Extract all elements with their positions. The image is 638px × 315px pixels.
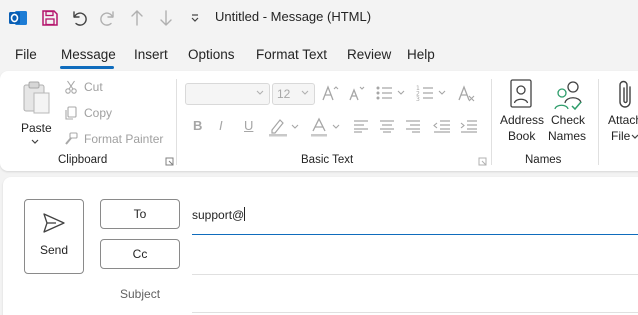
font-size-combo[interactable]: 12 (272, 83, 315, 105)
subject-label: Subject (120, 287, 161, 301)
to-field-underline (192, 234, 638, 235)
next-item-icon[interactable] (152, 4, 180, 32)
numbering-icon[interactable]: 123 (416, 84, 448, 102)
save-icon[interactable] (36, 4, 64, 32)
copy-button[interactable]: Copy (64, 106, 112, 120)
address-book-icon (510, 79, 532, 108)
italic-button[interactable]: I (219, 118, 223, 133)
svg-text:3: 3 (416, 96, 420, 102)
send-label: Send (39, 243, 69, 257)
chevron-down-icon (31, 139, 39, 144)
compose-pane: Send To Cc support@ Subject (3, 177, 638, 315)
attach-file-line1: Attach (608, 113, 638, 127)
address-book-line1: Address (500, 113, 545, 127)
tab-options[interactable]: Options (188, 47, 235, 62)
scissors-icon (65, 80, 77, 94)
address-book-button[interactable]: Address Book (497, 77, 547, 151)
check-names-line2: Names (548, 129, 587, 143)
cut-button[interactable]: Cut (64, 80, 103, 94)
tab-message[interactable]: Message (61, 47, 116, 62)
cut-label: Cut (84, 80, 103, 94)
clipboard-group-label: Clipboard (58, 154, 108, 166)
tab-file[interactable]: File (15, 47, 37, 62)
underline-button[interactable]: U (244, 118, 253, 133)
font-color-icon[interactable] (309, 117, 343, 137)
bold-button[interactable]: B (193, 118, 202, 133)
group-separator (176, 79, 177, 165)
text-cursor (244, 207, 246, 221)
names-group-label: Names (525, 154, 562, 166)
group-separator (491, 79, 492, 165)
paste-icon (22, 81, 52, 118)
decrease-indent-icon[interactable] (433, 119, 451, 133)
grow-font-icon[interactable] (321, 84, 341, 102)
copy-icon (65, 106, 77, 120)
undo-icon[interactable] (65, 4, 93, 32)
tab-format-text[interactable]: Format Text (256, 47, 327, 62)
shrink-font-icon[interactable] (347, 84, 367, 102)
align-left-icon[interactable] (353, 119, 369, 133)
format-painter-label: Format Painter (84, 132, 164, 146)
tab-help[interactable]: Help (407, 47, 435, 62)
chevron-down-icon (256, 90, 264, 95)
dialog-launcher-icon[interactable] (478, 157, 487, 166)
to-field-value: support@ (192, 208, 245, 222)
group-separator (598, 79, 599, 165)
format-painter-button[interactable]: Format Painter (64, 132, 163, 146)
paste-button[interactable]: Paste (14, 77, 58, 149)
font-name-combo[interactable] (185, 83, 270, 105)
align-right-icon[interactable] (405, 119, 421, 133)
redo-icon[interactable] (94, 4, 122, 32)
check-names-button[interactable]: Check Names (545, 77, 593, 151)
increase-indent-icon[interactable] (460, 119, 478, 133)
outlook-logo-icon (4, 4, 32, 32)
clear-formatting-icon[interactable] (457, 84, 477, 102)
paintbrush-icon (65, 132, 78, 145)
font-size-value: 12 (277, 87, 291, 101)
previous-item-icon[interactable] (123, 4, 151, 32)
subject-field-underline (192, 312, 638, 313)
align-center-icon[interactable] (379, 119, 395, 133)
send-button[interactable]: Send (24, 199, 84, 274)
send-icon (43, 213, 65, 233)
ribbon: Paste Cut Copy Format Painter Clipboard (0, 71, 638, 171)
tab-review[interactable]: Review (347, 47, 391, 62)
title-bar: Untitled - Message (HTML) (0, 0, 638, 36)
cc-button[interactable]: Cc (100, 239, 180, 269)
check-names-line1: Check (551, 113, 586, 127)
attach-file-line2: File (611, 129, 631, 143)
basic-text-group-label: Basic Text (301, 154, 354, 166)
active-tab-indicator (60, 66, 114, 69)
menu-bar: File Message Insert Options Format Text … (0, 42, 638, 70)
highlight-icon[interactable] (268, 117, 302, 137)
bullets-icon[interactable] (375, 84, 407, 102)
chevron-down-icon (301, 90, 309, 95)
paste-label: Paste (21, 121, 52, 135)
dialog-launcher-icon[interactable] (165, 157, 174, 166)
paperclip-icon (619, 80, 631, 108)
chevron-down-icon (631, 134, 638, 139)
subject-field[interactable] (192, 283, 638, 308)
copy-label: Copy (84, 106, 113, 120)
check-names-icon (554, 81, 582, 111)
window-title: Untitled - Message (HTML) (215, 9, 372, 24)
to-field[interactable]: support@ (192, 207, 638, 235)
tab-insert[interactable]: Insert (134, 47, 168, 62)
cc-field[interactable] (192, 245, 638, 273)
cc-field-underline (192, 274, 638, 275)
customize-dropdown-icon[interactable] (181, 4, 209, 32)
to-button[interactable]: To (100, 199, 180, 229)
address-book-line2: Book (508, 129, 536, 143)
attach-file-button[interactable]: Attach File (604, 77, 638, 151)
